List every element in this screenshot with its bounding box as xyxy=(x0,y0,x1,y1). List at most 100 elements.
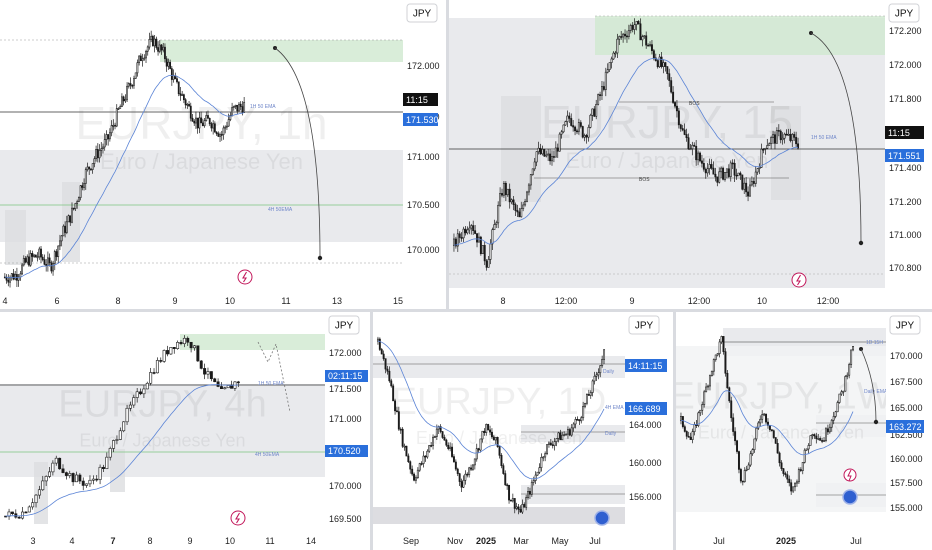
last-price-label: 171.551 xyxy=(888,151,921,161)
candle xyxy=(683,129,686,135)
candle xyxy=(124,98,127,102)
flash-icon[interactable] xyxy=(237,269,253,285)
candle xyxy=(765,413,768,423)
candle xyxy=(34,254,37,258)
candle xyxy=(219,386,223,389)
last-time-label: 02:11:15 xyxy=(328,371,362,381)
candle xyxy=(574,419,577,425)
candle xyxy=(115,439,119,441)
candle xyxy=(772,134,775,138)
candle xyxy=(149,372,153,384)
candle xyxy=(136,62,139,74)
chart-panel-daily[interactable]: EURJPY, 1D Euro / Japanese Yen Daily 4H EMA… xyxy=(373,312,673,550)
chart-15m[interactable]: EURJPY, 15Euro / Japanese Yen1H 50 EMABO… xyxy=(449,0,932,309)
y-tick-label: 171.200 xyxy=(889,197,922,207)
candle xyxy=(593,375,596,382)
candle xyxy=(471,464,474,470)
candle xyxy=(714,173,717,178)
candle xyxy=(96,149,99,159)
candle xyxy=(622,33,625,38)
candle xyxy=(604,71,607,90)
candle xyxy=(236,104,239,112)
candle xyxy=(169,347,173,355)
candle xyxy=(751,449,754,455)
candle xyxy=(43,259,46,265)
candle xyxy=(844,376,847,392)
candle xyxy=(627,30,630,37)
chart-panel-weekly[interactable]: EURJPY, 1W Euro / Japanese Yen 1D 15H Daily… xyxy=(676,312,932,550)
candle xyxy=(494,437,497,441)
candle xyxy=(31,253,34,257)
candle xyxy=(441,431,444,438)
candle xyxy=(76,201,79,204)
candle xyxy=(126,85,128,100)
currency-label: JPY xyxy=(413,9,432,20)
price-zone xyxy=(521,485,625,504)
candle xyxy=(689,148,692,151)
candle xyxy=(768,425,771,430)
candle xyxy=(778,452,781,464)
candle xyxy=(555,438,558,442)
candle xyxy=(699,152,701,162)
x-tick-label: 8 xyxy=(147,536,152,546)
chart-panel-4h[interactable]: EURJPY, 4h Euro / Japanese Yen 1H 50 EMA 4H… xyxy=(0,312,370,550)
watermark-name: Euro / Japanese Yen xyxy=(565,148,768,173)
candle xyxy=(787,133,790,136)
candle xyxy=(773,134,776,144)
candle xyxy=(747,464,750,470)
chart-weekly[interactable]: EURJPY, 1WEuro / Japanese Yen1D 15HDaily… xyxy=(676,312,932,550)
candle xyxy=(693,144,696,147)
candle xyxy=(170,68,173,80)
candle xyxy=(716,353,719,356)
chart-panel-1h[interactable]: EURJPY, 1h Euro / Japanese Yen 1H 50 EMA 4H… xyxy=(0,0,446,309)
ema-label-4h: 4H 50EMA xyxy=(255,452,280,458)
x-tick-label: 15 xyxy=(393,296,403,306)
x-tick-label: 4 xyxy=(69,536,74,546)
x-tick-label: 2025 xyxy=(476,536,496,546)
candle xyxy=(51,462,55,473)
candle xyxy=(234,104,237,107)
chart-panel-15m[interactable]: EURJPY, 15 Euro / Japanese Yen 1H 50 EMA BO… xyxy=(449,0,932,309)
candle xyxy=(579,122,582,127)
candle xyxy=(493,224,496,230)
y-tick-label: 156.000 xyxy=(629,492,662,502)
replay-icon[interactable] xyxy=(594,510,610,526)
candle xyxy=(602,86,605,90)
candle xyxy=(581,126,584,138)
candle xyxy=(388,370,391,382)
candle xyxy=(84,169,87,184)
candle xyxy=(210,123,213,129)
candle xyxy=(223,387,227,390)
candle xyxy=(24,511,28,514)
candle xyxy=(795,481,798,484)
candle xyxy=(743,469,746,482)
candle xyxy=(811,434,814,436)
flash-icon[interactable] xyxy=(230,510,246,526)
candle xyxy=(650,44,653,51)
candle xyxy=(53,251,56,264)
candle xyxy=(227,119,230,127)
candle xyxy=(587,394,590,396)
candle xyxy=(710,370,713,377)
candle xyxy=(28,256,30,266)
candle xyxy=(574,126,577,132)
chart-1h[interactable]: EURJPY, 1hEuro / Japanese Yen1H 50 EMA4H… xyxy=(0,0,446,309)
candle xyxy=(815,435,818,440)
candle xyxy=(635,21,638,25)
chart-daily[interactable]: EURJPY, 1DEuro / Japanese YenDaily4H EMA… xyxy=(373,312,673,550)
candle xyxy=(462,479,465,488)
candle xyxy=(93,158,96,164)
candle xyxy=(474,230,477,234)
candle xyxy=(479,438,482,451)
candle xyxy=(589,114,592,128)
candle xyxy=(177,81,180,95)
chart-4h[interactable]: EURJPY, 4h Euro / Japanese Yen 1H 50 EMA 4H… xyxy=(0,312,370,550)
flash-icon[interactable] xyxy=(791,272,807,288)
candle xyxy=(38,248,41,258)
candle xyxy=(540,457,543,468)
price-zone xyxy=(160,40,403,62)
replay-icon[interactable] xyxy=(842,489,858,505)
candle xyxy=(805,448,808,451)
candle xyxy=(21,264,23,275)
candle xyxy=(182,337,186,345)
